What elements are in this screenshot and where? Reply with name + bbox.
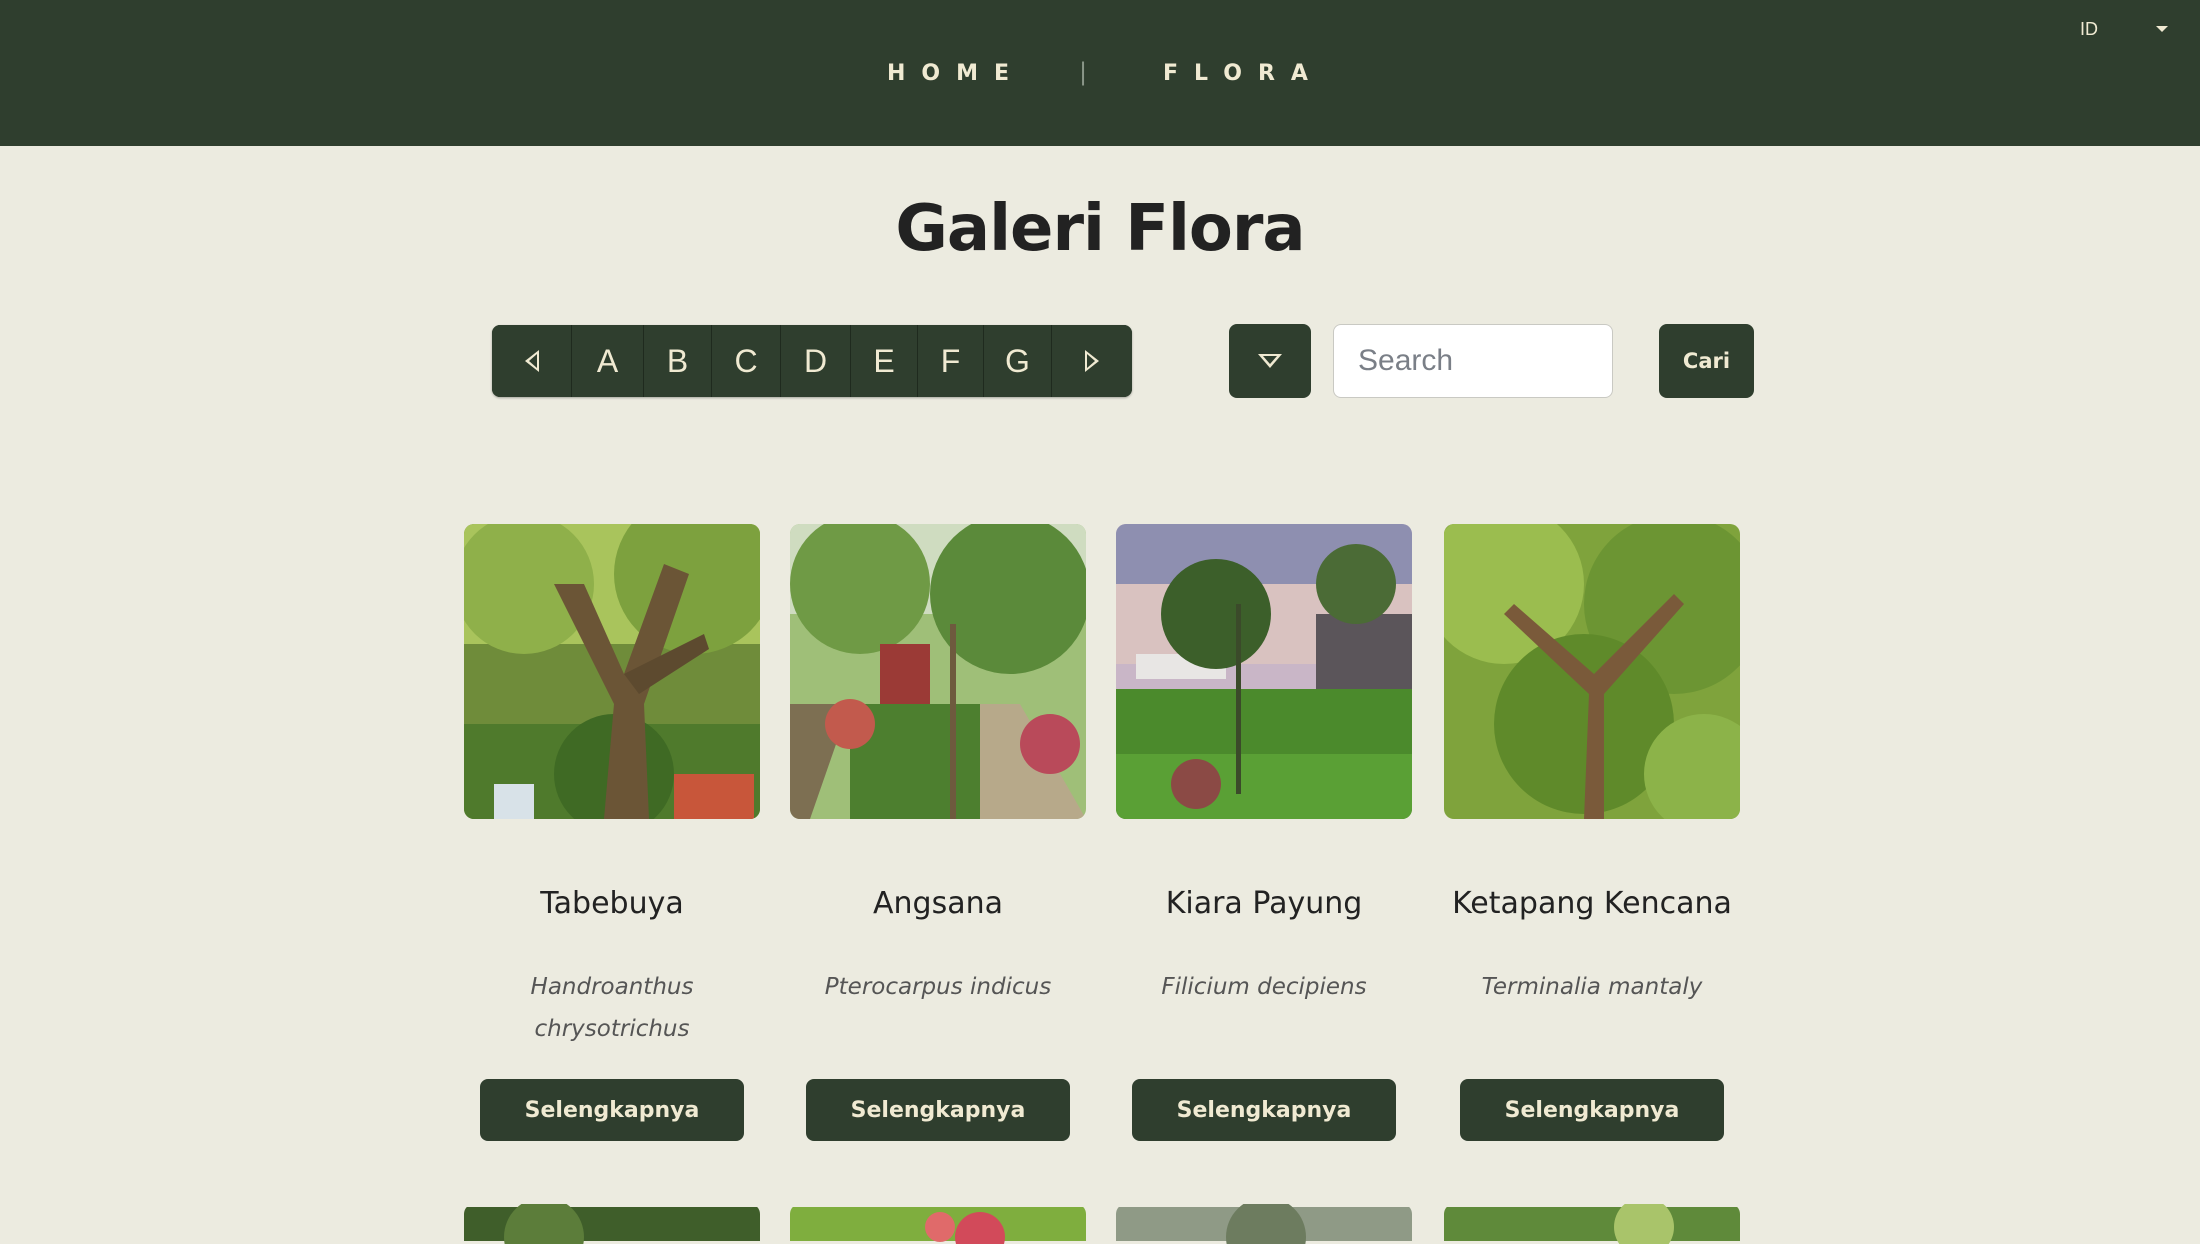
alphabet-letter-e[interactable]: E [851, 325, 918, 397]
flora-photo[interactable] [464, 524, 760, 819]
flora-name: Tabebuya [540, 886, 684, 921]
detail-button[interactable]: Selengkapnya [480, 1079, 744, 1141]
flora-name: Angsana [873, 886, 1003, 921]
alphabet-letter-c[interactable]: C [712, 325, 781, 397]
alphabet-prev-button[interactable] [492, 325, 572, 397]
nav-separator: | [1079, 58, 1088, 86]
detail-button[interactable]: Selengkapnya [806, 1079, 1070, 1141]
nav-home-link[interactable]: HOME [887, 56, 1025, 92]
triangle-right-icon [1085, 350, 1099, 372]
flora-photo[interactable] [1444, 524, 1740, 819]
alphabet-letter-g[interactable]: G [984, 325, 1052, 397]
flora-card: Kiara Payung Filicium decipiens Selengka… [1116, 524, 1412, 1141]
language-label: ID [2080, 19, 2098, 39]
alphabet-next-button[interactable] [1052, 325, 1132, 397]
flora-photo[interactable] [464, 1204, 760, 1244]
flora-photo[interactable] [790, 1204, 1086, 1244]
flora-photo[interactable] [790, 524, 1086, 819]
flora-card: Tabebuya Handroanthus chrysotrichus Sele… [464, 524, 760, 1141]
nav-flora-link[interactable]: FLORA [1163, 56, 1324, 92]
flora-scientific-name: Handroanthus chrysotrichus [530, 974, 694, 1042]
flora-photo[interactable] [1444, 1204, 1740, 1244]
page-title: Galeri Flora [895, 192, 1305, 266]
search-input[interactable] [1333, 324, 1613, 398]
alphabet-letter-b[interactable]: B [644, 325, 712, 397]
detail-button[interactable]: Selengkapnya [1460, 1079, 1724, 1141]
alphabet-letter-d[interactable]: D [781, 325, 851, 397]
flora-name: Ketapang Kencana [1452, 886, 1732, 921]
flora-photo[interactable] [1116, 1204, 1412, 1244]
triangle-down-icon [1258, 354, 1282, 368]
flora-name: Kiara Payung [1165, 886, 1363, 921]
flora-card: Ketapang Kencana Terminalia mantaly Sele… [1444, 524, 1740, 1141]
caret-down-icon [2156, 26, 2168, 32]
flora-scientific-name: Pterocarpus indicus [824, 974, 1052, 1000]
search-button[interactable]: Cari [1659, 324, 1754, 398]
language-dropdown[interactable]: ID [2080, 14, 2180, 44]
top-navbar: HOME | FLORA ID [0, 0, 2200, 146]
filter-dropdown-button[interactable] [1229, 324, 1311, 398]
flora-scientific-name: Terminalia mantaly [1481, 974, 1703, 1000]
alphabet-letter-a[interactable]: A [572, 325, 644, 397]
flora-card: Angsana Pterocarpus indicus Selengkapnya [790, 524, 1086, 1141]
alphabet-filter-bar: A B C D E F G [492, 325, 1132, 397]
alphabet-letter-f[interactable]: F [918, 325, 984, 397]
flora-scientific-name: Filicium decipiens [1161, 974, 1367, 1000]
triangle-left-icon [524, 350, 539, 372]
detail-button[interactable]: Selengkapnya [1132, 1079, 1396, 1141]
flora-photo[interactable] [1116, 524, 1412, 819]
